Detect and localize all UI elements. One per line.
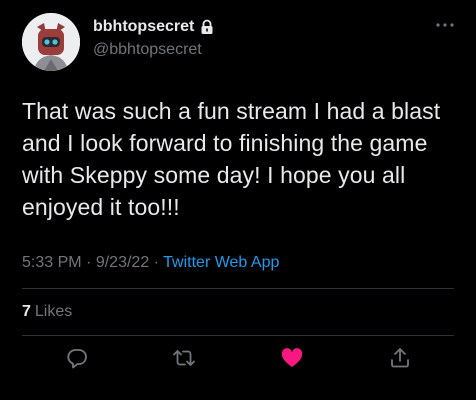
share-icon[interactable] — [388, 346, 412, 370]
tweet-source-link[interactable]: Twitter Web App — [163, 254, 279, 271]
tweet-detail: bbhtopsecret @bbhtopsecret That was such… — [0, 0, 476, 400]
divider — [22, 335, 454, 336]
heart-filled-icon[interactable] — [280, 346, 304, 370]
reply-icon[interactable] — [65, 346, 89, 370]
meta-separator: · — [86, 254, 92, 271]
more-horizontal-icon[interactable] — [434, 16, 456, 34]
tweet-date[interactable]: 9/23/22 — [96, 254, 149, 271]
retweet-icon[interactable] — [172, 346, 196, 370]
display-name-row: bbhtopsecret — [93, 17, 214, 37]
likes-label: Likes — [34, 303, 73, 320]
meta-separator: · — [153, 254, 159, 271]
avatar-image — [22, 13, 80, 71]
tweet-meta: 5:33 PM · 9/23/22 · Twitter Web App — [22, 253, 279, 273]
likes-count-link[interactable]: 7 Likes — [22, 302, 72, 322]
display-name[interactable]: bbhtopsecret — [93, 17, 194, 37]
divider — [22, 288, 454, 289]
tweet-time[interactable]: 5:33 PM — [22, 254, 82, 271]
likes-count: 7 — [22, 303, 31, 320]
lock-icon — [200, 19, 214, 35]
avatar[interactable] — [22, 13, 80, 71]
tweet-text: That was such a fun stream I had a blast… — [22, 98, 441, 220]
user-handle[interactable]: @bbhtopsecret — [93, 40, 202, 60]
